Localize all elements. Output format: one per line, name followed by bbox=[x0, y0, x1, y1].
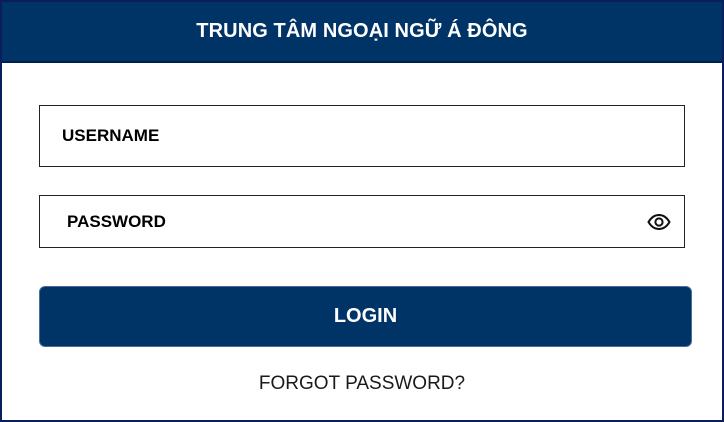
header-bar: TRUNG TÂM NGOẠI NGỮ Á ĐÔNG bbox=[2, 2, 722, 63]
forgot-password-link[interactable]: FORGOT PASSWORD? bbox=[2, 373, 722, 395]
username-field[interactable] bbox=[39, 105, 685, 167]
page-title: TRUNG TÂM NGOẠI NGỮ Á ĐÔNG bbox=[196, 20, 528, 42]
login-card: TRUNG TÂM NGOẠI NGỮ Á ĐÔNG LOGIN FORGOT … bbox=[0, 0, 724, 422]
username-input[interactable] bbox=[62, 106, 684, 166]
eye-icon[interactable] bbox=[646, 212, 672, 232]
password-input[interactable] bbox=[67, 196, 646, 247]
password-field[interactable] bbox=[39, 195, 685, 248]
login-button[interactable]: LOGIN bbox=[39, 286, 692, 347]
